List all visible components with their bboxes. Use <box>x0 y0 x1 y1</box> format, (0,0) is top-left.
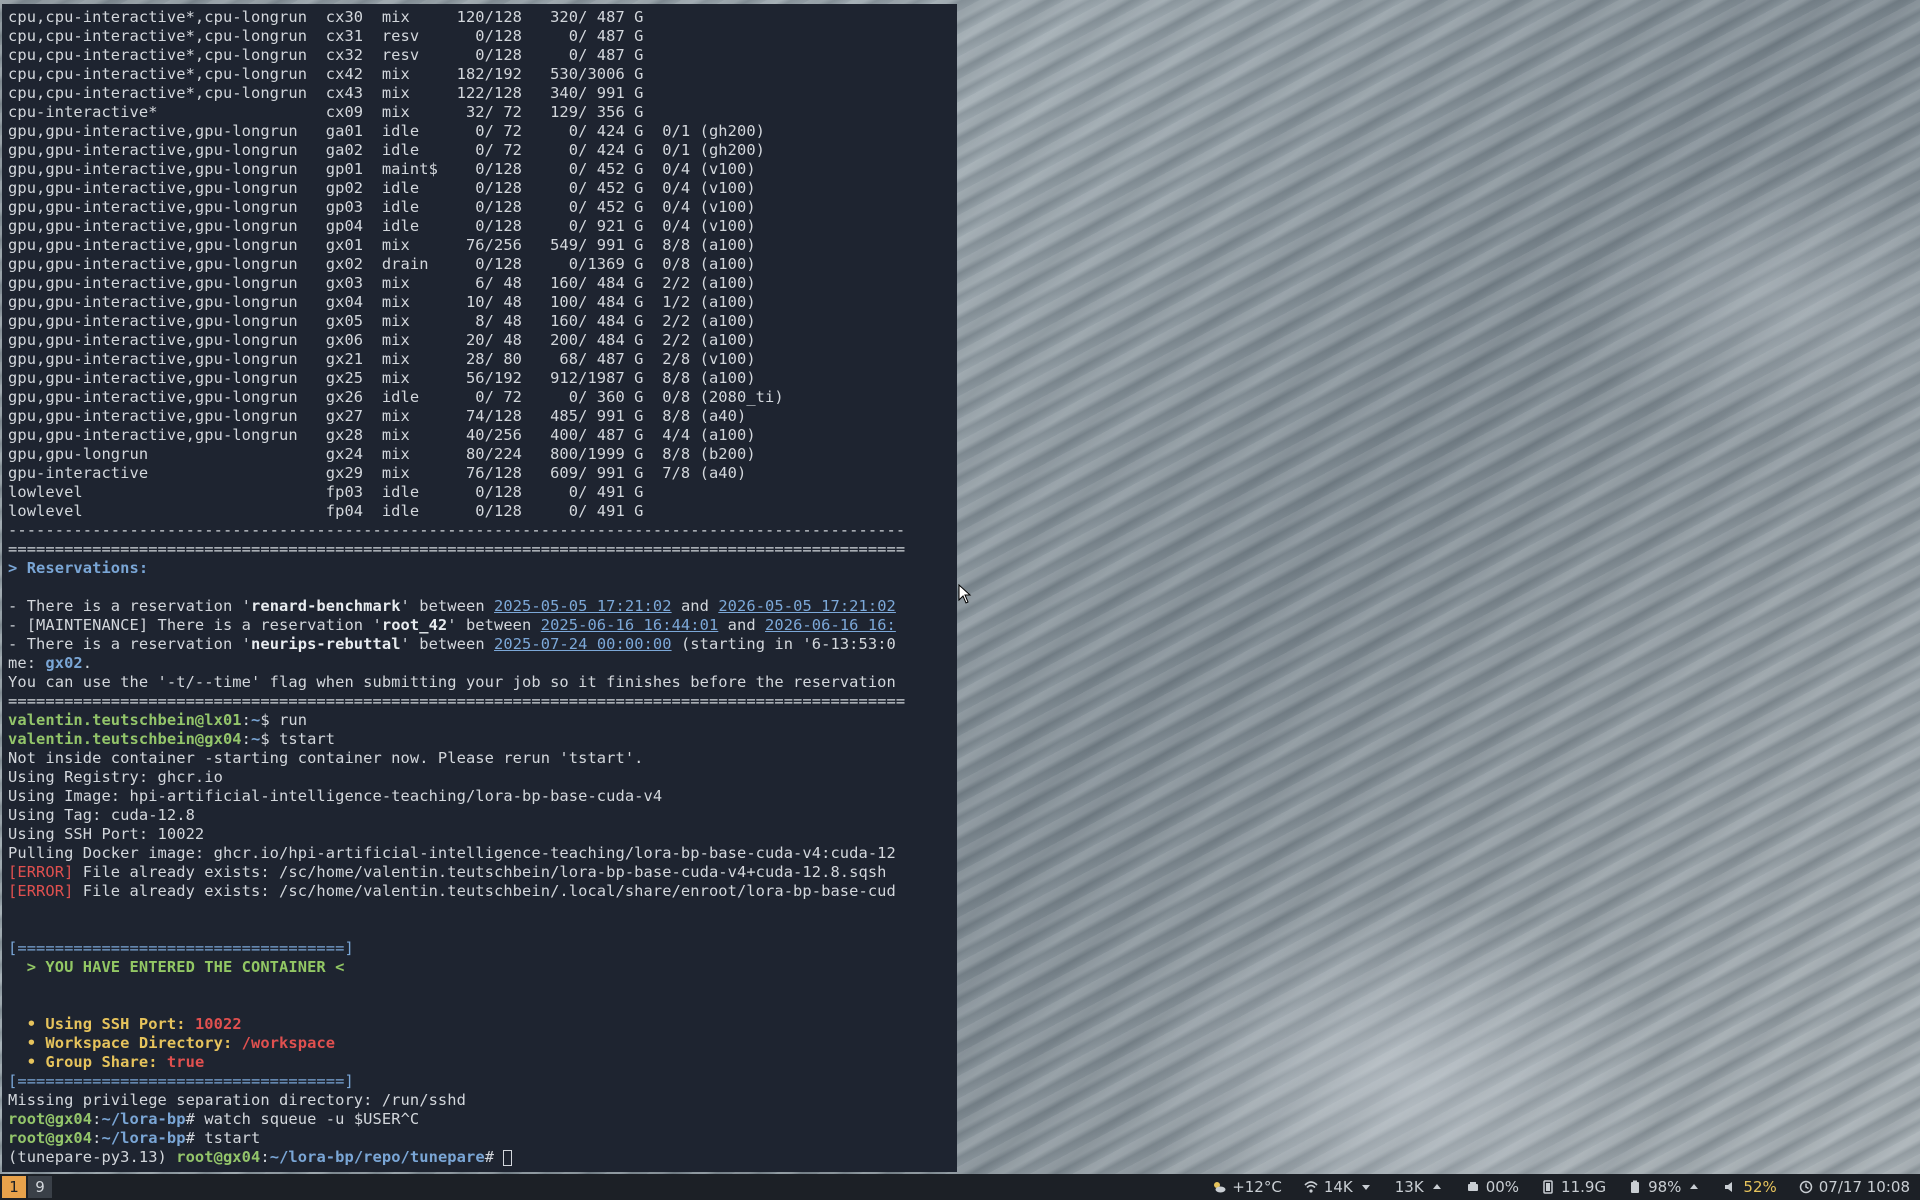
caret-up-icon <box>1432 1184 1441 1189</box>
terminal-line: root@gx04:~/lora-bp# watch squeue -u $US… <box>8 1110 420 1128</box>
terminal-line: gpu,gpu-interactive,gpu-longrun gx06 mix… <box>8 331 756 349</box>
memory-module: 11.9G <box>1541 1178 1606 1196</box>
terminal-line: > Reservations: <box>8 559 149 577</box>
terminal-line: cpu,cpu-interactive*,cpu-longrun cx32 re… <box>8 46 644 64</box>
terminal-window[interactable]: cpu,cpu-interactive*,cpu-longrun cx30 mi… <box>2 4 957 1172</box>
terminal-line: • Using SSH Port: 10022 <box>8 1015 242 1033</box>
terminal-line: gpu,gpu-interactive,gpu-longrun gp04 idl… <box>8 217 756 235</box>
terminal-line: gpu,gpu-interactive,gpu-longrun gx27 mix… <box>8 407 747 425</box>
terminal-line: cpu-interactive* cx09 mix 32/ 72 129/ 35… <box>8 103 644 121</box>
terminal-line: gpu,gpu-interactive,gpu-longrun gp02 idl… <box>8 179 756 197</box>
terminal-line: Not inside container -starting container… <box>8 749 644 767</box>
volume-text: 52% <box>1743 1178 1777 1196</box>
terminal-line: cpu,cpu-interactive*,cpu-longrun cx43 mi… <box>8 84 644 102</box>
terminal-output: cpu,cpu-interactive*,cpu-longrun cx30 mi… <box>8 8 905 1167</box>
terminal-line: gpu,gpu-interactive,gpu-longrun gx28 mix… <box>8 426 756 444</box>
terminal-line: gpu,gpu-interactive,gpu-longrun gx01 mix… <box>8 236 756 254</box>
memory-icon <box>1543 1180 1553 1194</box>
terminal-line: gpu,gpu-longrun gx24 mix 80/224 800/1999… <box>8 445 756 463</box>
weather-module: +12°C <box>1212 1178 1282 1196</box>
terminal-line: ========================================… <box>8 540 906 558</box>
terminal-line: lowlevel fp03 idle 0/128 0/ 491 G <box>8 483 644 501</box>
status-bar: 1 9 +12°C 14K 13K 00% 11.9G 98% 52% 07/1… <box>0 1174 1920 1200</box>
terminal-line: [===================================] <box>8 939 354 957</box>
workspace-1-button[interactable]: 1 <box>2 1176 26 1198</box>
terminal-line: Pulling Docker image: ghcr.io/hpi-artifi… <box>8 844 896 862</box>
weather-icon <box>1214 1182 1226 1193</box>
terminal-line: • Group Share: true <box>8 1053 205 1071</box>
mouse-pointer-icon <box>958 584 972 604</box>
battery-icon <box>1631 1180 1640 1193</box>
volume-module: 52% <box>1723 1178 1777 1196</box>
terminal-line: > YOU HAVE ENTERED THE CONTAINER < <box>8 958 345 976</box>
terminal-line: - There is a reservation 'renard-benchma… <box>8 597 896 615</box>
terminal-line: gpu,gpu-interactive,gpu-longrun gx26 idl… <box>8 388 784 406</box>
terminal-line: gpu,gpu-interactive,gpu-longrun gp03 idl… <box>8 198 756 216</box>
text-cursor <box>503 1149 513 1166</box>
terminal-line: cpu,cpu-interactive*,cpu-longrun cx42 mi… <box>8 65 644 83</box>
terminal-line: root@gx04:~/lora-bp# tstart <box>8 1129 261 1147</box>
terminal-line: valentin.teutschbein@lx01:~$ run <box>8 711 308 729</box>
terminal-line: [===================================] <box>8 1072 354 1090</box>
terminal-line: cpu,cpu-interactive*,cpu-longrun cx31 re… <box>8 27 644 45</box>
terminal-line: Using SSH Port: 10022 <box>8 825 205 843</box>
terminal-line: You can use the '-t/--time' flag when su… <box>8 673 896 691</box>
terminal-line: [ERROR] File already exists: /sc/home/va… <box>8 882 896 900</box>
terminal-line: valentin.teutschbein@gx04:~$ tstart <box>8 730 336 748</box>
network-down-module: 14K <box>1304 1178 1373 1196</box>
terminal-line: gpu,gpu-interactive,gpu-longrun gx21 mix… <box>8 350 756 368</box>
terminal-line: gpu,gpu-interactive,gpu-longrun gx03 mix… <box>8 274 756 292</box>
terminal-line: • Workspace Directory: /workspace <box>8 1034 336 1052</box>
terminal-line: ----------------------------------------… <box>8 521 906 539</box>
charging-up-icon <box>1690 1184 1699 1189</box>
memory-text: 11.9G <box>1561 1178 1607 1196</box>
network-down-text: 14K <box>1323 1178 1353 1196</box>
network-up-module: 13K <box>1395 1178 1444 1196</box>
workspace-9-button[interactable]: 9 <box>28 1176 52 1198</box>
wifi-icon <box>1304 1181 1318 1193</box>
speaker-icon <box>1725 1182 1733 1192</box>
clock-module: 07/17 10:08 <box>1799 1178 1910 1196</box>
cpu-text: 00% <box>1485 1178 1520 1196</box>
terminal-line: gpu,gpu-interactive,gpu-longrun gp01 mai… <box>8 160 756 178</box>
terminal-line: gpu,gpu-interactive,gpu-longrun ga01 idl… <box>8 122 766 140</box>
terminal-line: Using Image: hpi-artificial-intelligence… <box>8 787 663 805</box>
terminal-line: cpu,cpu-interactive*,cpu-longrun cx30 mi… <box>8 8 644 26</box>
terminal-line: gpu,gpu-interactive,gpu-longrun ga02 idl… <box>8 141 766 159</box>
terminal-line: gpu,gpu-interactive,gpu-longrun gx05 mix… <box>8 312 756 330</box>
terminal-line: Using Tag: cuda-12.8 <box>8 806 195 824</box>
terminal-line: lowlevel fp04 idle 0/128 0/ 491 G <box>8 502 644 520</box>
terminal-line: Missing privilege separation directory: … <box>8 1091 466 1109</box>
terminal-line: gpu,gpu-interactive,gpu-longrun gx02 dra… <box>8 255 756 273</box>
status-modules: +12°C 14K 13K 00% 11.9G 98% 52% 07/17 10… <box>1212 1178 1920 1196</box>
clock-icon <box>1799 1180 1813 1194</box>
cpu-module: 00% <box>1466 1178 1519 1196</box>
datetime-text: 07/17 10:08 <box>1818 1178 1910 1196</box>
terminal-line: me: gx02. <box>8 654 93 672</box>
terminal-line: gpu-interactive gx29 mix 76/128 609/ 991… <box>8 464 747 482</box>
terminal-line: - [MAINTENANCE] There is a reservation '… <box>8 616 896 634</box>
terminal-line: gpu,gpu-interactive,gpu-longrun gx25 mix… <box>8 369 756 387</box>
terminal-line: (tunepare-py3.13) root@gx04:~/lora-bp/re… <box>8 1148 905 1167</box>
battery-text: 98% <box>1648 1178 1682 1196</box>
terminal-line: [ERROR] File already exists: /sc/home/va… <box>8 863 887 881</box>
battery-module: 98% <box>1628 1178 1701 1196</box>
terminal-line: ========================================… <box>8 692 906 710</box>
terminal-line: Using Registry: ghcr.io <box>8 768 223 786</box>
terminal-line: - There is a reservation 'neurips-rebutt… <box>8 635 896 653</box>
weather-text: +12°C <box>1232 1178 1282 1196</box>
cpu-icon <box>1467 1182 1478 1191</box>
terminal-line: gpu,gpu-interactive,gpu-longrun gx04 mix… <box>8 293 756 311</box>
network-up-text: 13K <box>1394 1178 1424 1196</box>
caret-down-icon <box>1361 1185 1370 1190</box>
